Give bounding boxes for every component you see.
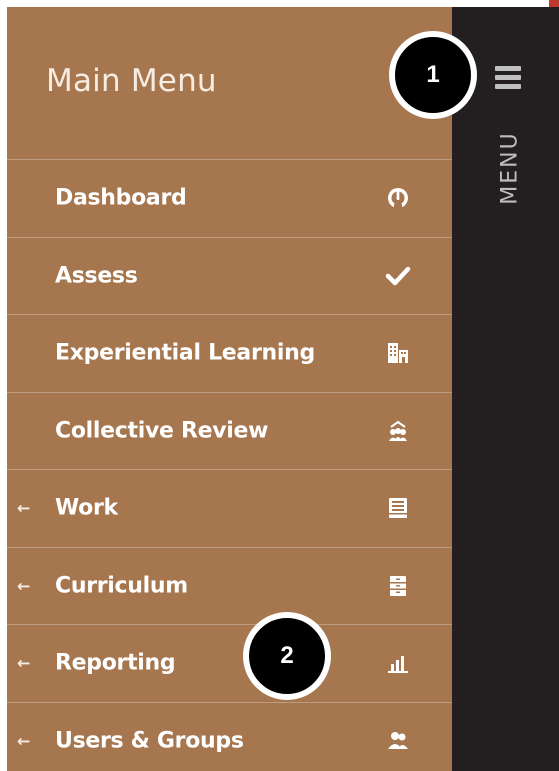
menu-item-label: Work <box>55 495 118 521</box>
callout-marker-2: 2 <box>243 612 331 700</box>
sidebar-title: Main Menu <box>46 63 217 99</box>
menu-item-experiential-learning[interactable]: Experiential Learning <box>7 315 452 393</box>
callout-number: 2 <box>280 642 294 669</box>
callout-marker-1: 1 <box>389 31 477 119</box>
arrow-left-icon: ← <box>17 731 31 751</box>
menu-item-dashboard[interactable]: Dashboard <box>7 160 452 238</box>
inbox-tray-icon <box>383 493 413 523</box>
bar-chart-icon <box>383 648 413 678</box>
menu-item-users-groups[interactable]: ← Users & Groups <box>7 703 452 771</box>
building-icon <box>383 338 413 368</box>
menu-item-label: Experiential Learning <box>55 340 315 366</box>
menu-item-work[interactable]: ← Work <box>7 470 452 548</box>
gauge-icon <box>383 183 413 213</box>
menu-item-label: Assess <box>55 263 138 289</box>
arrow-left-icon: ← <box>17 498 31 518</box>
menu-item-assess[interactable]: Assess <box>7 238 452 315</box>
sidebar-header: Main Menu <box>7 7 452 160</box>
menu-item-label: Reporting <box>55 650 176 676</box>
menu-item-reporting[interactable]: ← Reporting <box>7 625 452 703</box>
menu-item-label: Curriculum <box>55 573 188 599</box>
hamburger-icon[interactable] <box>495 66 523 90</box>
cabinet-icon <box>383 571 413 601</box>
menu-toggle-label[interactable]: MENU <box>495 118 525 218</box>
corner-accent <box>549 0 559 7</box>
menu-item-label: Collective Review <box>55 418 269 444</box>
menu-item-curriculum[interactable]: ← Curriculum <box>7 548 452 625</box>
menu-list: Dashboard Assess Experiential Learning C… <box>7 160 452 771</box>
arrow-left-icon: ← <box>17 653 31 673</box>
group-icon <box>383 416 413 446</box>
arrow-left-icon: ← <box>17 576 31 596</box>
main-menu-sidebar: Main Menu Dashboard Assess Experiential … <box>7 7 452 771</box>
menu-label: MENU <box>497 131 523 205</box>
menu-item-label: Users & Groups <box>55 728 244 754</box>
callout-number: 1 <box>426 61 440 88</box>
menu-item-collective-review[interactable]: Collective Review <box>7 393 452 470</box>
users-icon <box>383 726 413 756</box>
check-icon <box>383 261 413 291</box>
menu-item-label: Dashboard <box>55 185 187 211</box>
